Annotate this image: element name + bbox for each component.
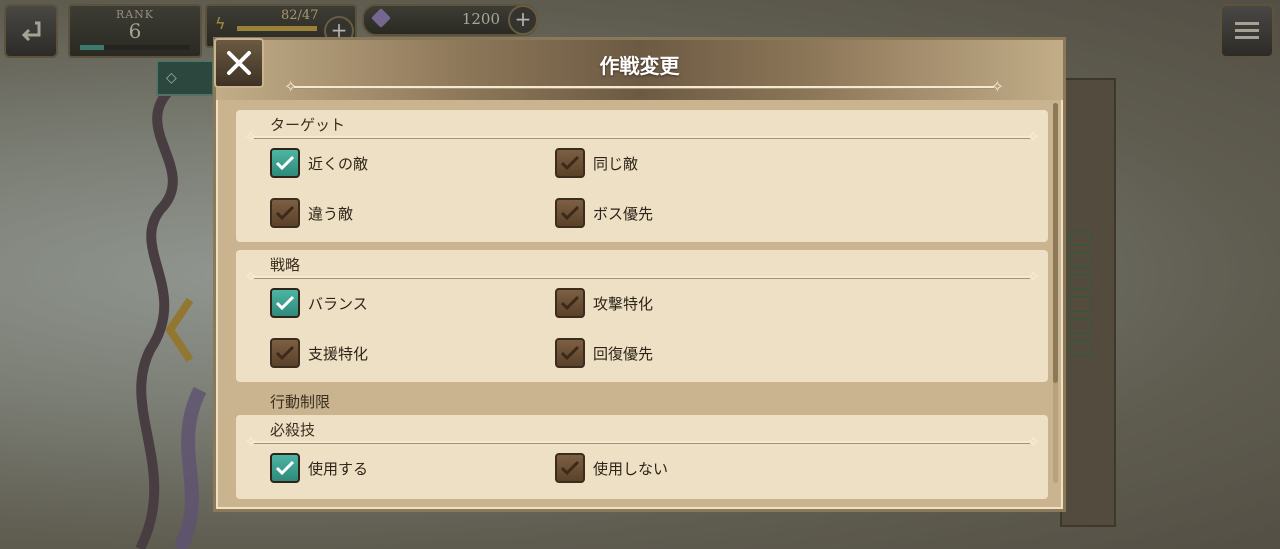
checkbox-unchecked[interactable] <box>555 198 585 228</box>
section-ornament <box>244 267 1040 286</box>
check-icon <box>560 155 580 171</box>
scrollbar-thumb[interactable] <box>1053 103 1058 383</box>
checkbox-unchecked[interactable] <box>270 338 300 368</box>
section-title-special: 必殺技 <box>270 421 316 439</box>
option-attack-focus[interactable]: 攻撃特化 <box>555 286 653 320</box>
option-label: 攻撃特化 <box>593 294 654 313</box>
checkbox-unchecked[interactable] <box>555 338 585 368</box>
check-icon <box>275 205 295 221</box>
option-label: 近くの敵 <box>308 154 369 173</box>
checkbox-unchecked[interactable] <box>555 288 585 318</box>
option-label: 回復優先 <box>593 344 654 363</box>
option-label: 違う敵 <box>308 204 354 223</box>
option-label: 使用しない <box>593 459 669 478</box>
check-icon <box>560 205 580 221</box>
close-icon <box>227 51 251 75</box>
option-nearest-enemy[interactable]: 近くの敵 <box>270 146 368 180</box>
close-button[interactable] <box>214 38 264 88</box>
option-label: 支援特化 <box>308 344 369 363</box>
option-label: バランス <box>308 294 368 313</box>
checkbox-unchecked[interactable] <box>555 148 585 178</box>
special-skill-section: 必殺技 使用する 使用しない <box>236 415 1048 499</box>
option-balance[interactable]: バランス <box>270 286 368 320</box>
checkbox-checked[interactable] <box>270 453 300 483</box>
option-label: 使用する <box>308 459 369 478</box>
option-support-focus[interactable]: 支援特化 <box>270 336 368 370</box>
check-icon <box>275 295 295 311</box>
section-ornament <box>244 432 1040 451</box>
strategy-change-dialog: 作戦変更 ターゲット 近くの敵 同じ敵 違う敵 ボ <box>213 37 1066 512</box>
checkbox-checked[interactable] <box>270 148 300 178</box>
check-icon <box>560 295 580 311</box>
section-ornament <box>244 127 1040 146</box>
check-icon <box>275 345 295 361</box>
check-icon <box>560 345 580 361</box>
strategy-section: 戦略 バランス 攻撃特化 支援特化 回復優先 <box>236 250 1048 382</box>
option-use-skill[interactable]: 使用する <box>270 451 368 485</box>
dialog-scrollbar[interactable] <box>1053 103 1058 483</box>
check-icon <box>275 155 295 171</box>
option-different-enemy[interactable]: 違う敵 <box>270 196 353 230</box>
group-title-action-limit: 行動制限 <box>270 393 331 411</box>
option-boss-priority[interactable]: ボス優先 <box>555 196 653 230</box>
option-dont-use-skill[interactable]: 使用しない <box>555 451 668 485</box>
option-heal-priority[interactable]: 回復優先 <box>555 336 653 370</box>
checkbox-unchecked[interactable] <box>270 198 300 228</box>
dialog-header: 作戦変更 <box>216 40 1063 100</box>
dialog-body: ターゲット 近くの敵 同じ敵 違う敵 ボス優先 戦略 <box>236 110 1048 500</box>
option-label: ボス優先 <box>593 204 654 223</box>
target-section: ターゲット 近くの敵 同じ敵 違う敵 ボス優先 <box>236 110 1048 242</box>
check-icon <box>560 460 580 476</box>
checkbox-unchecked[interactable] <box>555 453 585 483</box>
dialog-title: 作戦変更 <box>599 54 680 78</box>
header-ornament <box>284 77 1004 96</box>
checkbox-checked[interactable] <box>270 288 300 318</box>
section-title-target: ターゲット <box>270 116 346 134</box>
option-same-enemy[interactable]: 同じ敵 <box>555 146 638 180</box>
option-label: 同じ敵 <box>593 154 639 173</box>
section-title-strategy: 戦略 <box>270 256 301 274</box>
check-icon <box>275 460 295 476</box>
